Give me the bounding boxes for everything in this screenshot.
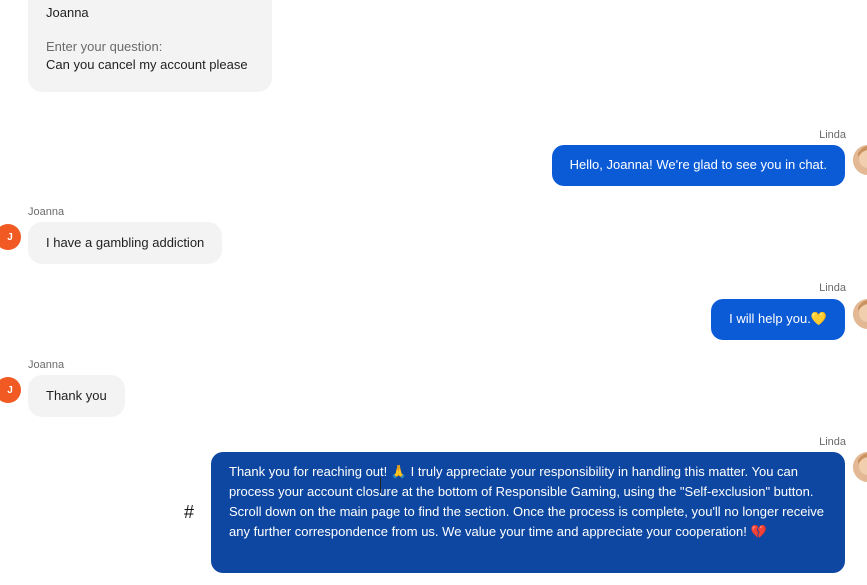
- sender-name-joanna: Joanna: [28, 359, 65, 371]
- user-avatar-icon: J: [0, 377, 21, 403]
- user-message: Thank you: [28, 375, 125, 417]
- message-text: Thank you: [46, 388, 107, 403]
- sender-name-joanna: Joanna: [28, 206, 65, 218]
- heart-emoji-icon: 💛: [810, 311, 827, 326]
- chat-window: Joanna Enter your question: Can you canc…: [0, 0, 867, 585]
- question-label: Enter your question:: [46, 39, 163, 54]
- sender-name-linda: Linda: [819, 129, 846, 141]
- agent-message: Thank you for reaching out! 🙏 I truly ap…: [211, 452, 845, 573]
- agent-avatar-icon: [853, 299, 867, 329]
- sender-name-linda: Linda: [819, 436, 846, 448]
- message-text: Hello, Joanna! We're glad to see you in …: [569, 157, 827, 172]
- message-text: I will help you.: [729, 311, 811, 326]
- agent-avatar-icon: [853, 145, 867, 175]
- name-value: Joanna: [46, 5, 89, 20]
- hash-symbol: #: [184, 502, 195, 522]
- message-text: I have a gambling addiction: [46, 235, 205, 250]
- question-value: Can you cancel my account please: [46, 57, 248, 72]
- agent-avatar-icon: [853, 452, 867, 482]
- text-cursor-icon: [380, 477, 381, 493]
- agent-message: I will help you.💛: [711, 299, 845, 340]
- agent-message: Hello, Joanna! We're glad to see you in …: [551, 145, 845, 186]
- user-avatar-icon: J: [0, 224, 21, 250]
- user-message: I have a gambling addiction: [28, 222, 223, 264]
- intro-form-bubble: Joanna Enter your question: Can you canc…: [28, 0, 272, 92]
- sender-name-linda: Linda: [819, 282, 846, 294]
- message-text: Thank you for reaching out! 🙏 I truly ap…: [229, 464, 825, 539]
